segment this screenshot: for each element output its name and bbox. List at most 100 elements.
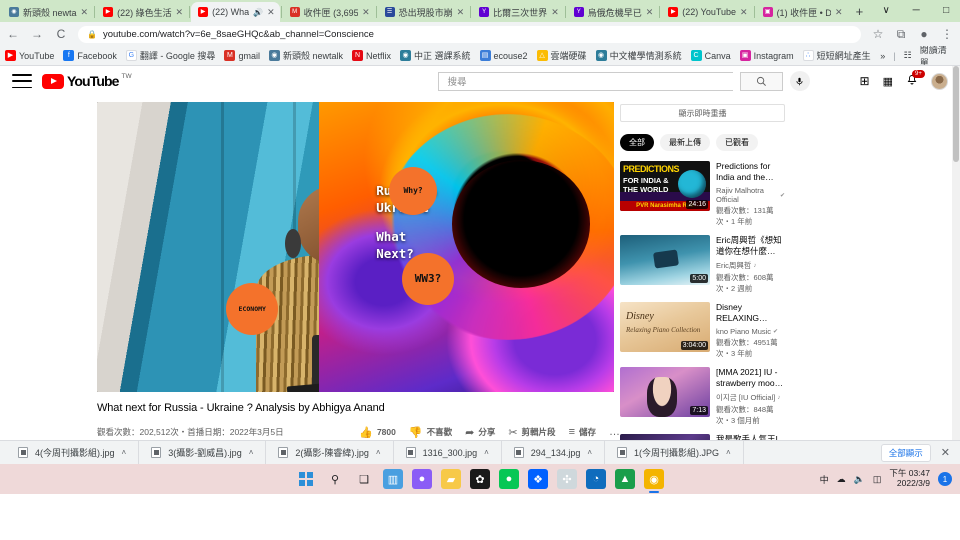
bookmarks-overflow-icon[interactable]: » <box>880 51 885 61</box>
tab-close-icon[interactable]: ✕ <box>362 7 370 18</box>
download-item[interactable]: 4(今周刊攝影組).jpg ˄ <box>6 440 140 465</box>
tab-audio-icon[interactable]: 🔊 <box>253 8 263 17</box>
address-bar[interactable]: 🔒 youtube.com/watch?v=6e_8saeGHQc&ab_cha… <box>78 25 861 43</box>
window-maximize-button[interactable]: □ <box>931 0 960 22</box>
window-list-button[interactable]: ∨ <box>871 0 901 22</box>
download-item[interactable]: 2(攝影-陳睿緯).jpg ˄ <box>266 440 394 465</box>
app-dark-icon[interactable]: ✿ <box>470 469 490 489</box>
ime-indicator[interactable]: 中 <box>820 473 829 486</box>
download-item[interactable]: 3(攝影-劉威昌).jpg ˄ <box>139 440 267 465</box>
recommended-video-item[interactable]: 5:00 Eric周興哲《想知道你在想什麼 What's on Your Mind… <box>620 235 785 294</box>
battery-icon[interactable]: ◫ <box>873 474 882 485</box>
line-icon[interactable]: ● <box>499 469 519 489</box>
bookmark-item[interactable]: ◉ 中文權學情測系統 <box>595 49 682 62</box>
reading-list-icon[interactable]: ☷ <box>904 50 912 61</box>
create-video-icon[interactable]: ⊞ <box>860 74 870 88</box>
youtube-logo[interactable]: YouTube TW <box>42 73 132 89</box>
recommended-video-item[interactable]: 7:13 [MMA 2021] IU - strawberry moon + Ce… <box>620 367 785 426</box>
bookmark-item[interactable]: ◉ 中正 選課系統 <box>400 49 471 62</box>
chat-icon[interactable]: ● <box>412 469 432 489</box>
voice-search-button[interactable] <box>789 71 810 91</box>
bookmark-item[interactable]: ▶ YouTube <box>5 50 54 61</box>
video-channel[interactable]: Rajiv Malhotra Official ✔ <box>716 186 785 204</box>
file-explorer-icon[interactable]: ▰ <box>441 469 461 489</box>
bookmark-item[interactable]: f Facebook <box>63 50 117 61</box>
chrome-icon[interactable]: ◉ <box>644 469 664 489</box>
video-thumbnail[interactable]: Disney Relaxing Piano Collection 3:04:00 <box>620 302 710 353</box>
window-minimize-button[interactable]: ─ <box>901 0 931 22</box>
new-tab-button[interactable]: + <box>848 2 872 22</box>
account-avatar[interactable] <box>931 72 948 90</box>
clip-button[interactable]: ✂ 剪輯片段 <box>508 426 555 439</box>
search-input[interactable]: 搜尋 <box>437 71 733 91</box>
bookmark-item[interactable]: ▣ Instagram <box>739 50 794 61</box>
video-channel[interactable]: Eric周興哲 ♪ <box>716 260 785 271</box>
video-thumbnail[interactable]: 55:03 <box>620 434 710 440</box>
download-item[interactable]: 1(今周刊攝影組).JPG ˄ <box>605 440 744 465</box>
save-button[interactable]: ≡ 儲存 <box>569 426 596 438</box>
profile-icon[interactable]: ● <box>917 28 931 40</box>
browser-tab[interactable]: ▶ (22) YouTube ✕ <box>661 2 752 22</box>
hamburger-menu-icon[interactable] <box>12 74 32 88</box>
video-channel[interactable]: 이지금 [IU Official] ♪ <box>716 392 785 403</box>
filter-chip[interactable]: 已觀看 <box>716 134 758 151</box>
tab-close-icon[interactable]: ✕ <box>81 7 89 18</box>
browser-tab[interactable]: ▣ (1) 收件匣 • D ✕ <box>756 2 848 22</box>
forward-icon[interactable]: → <box>30 28 44 40</box>
filter-chip[interactable]: 全部 <box>620 134 654 151</box>
bookmark-star-icon[interactable]: ☆ <box>871 28 885 40</box>
filter-chip[interactable]: 最新上傳 <box>660 134 710 151</box>
chat-replay-button[interactable]: 顯示即時重播 <box>620 104 785 122</box>
bookmark-item[interactable]: Mgmail <box>224 50 260 61</box>
browser-tab[interactable]: Y 比爾三次世界 ✕ <box>472 2 564 22</box>
recommended-video-item[interactable]: PREDICTIONS FOR INDIA & THE WORLD PVR Naras… <box>620 161 785 227</box>
dropbox-icon[interactable]: ❖ <box>528 469 548 489</box>
browser-tab[interactable]: ☰ 恐出現股市崩 ✕ <box>378 2 470 22</box>
dislike-button[interactable]: 👎 不喜歡 <box>409 426 452 439</box>
chevron-down-icon[interactable]: ˄ <box>376 448 381 457</box>
video-thumbnail[interactable]: 7:13 <box>620 367 710 418</box>
reading-list-label[interactable]: 閱讀清單 <box>920 46 955 65</box>
browser-tab[interactable]: ▶ (22) 綠色生活 ✕ <box>96 2 188 22</box>
search-icon[interactable]: ⚲ <box>325 469 345 489</box>
chevron-down-icon[interactable]: ˄ <box>122 448 127 457</box>
chevron-down-icon[interactable]: ˄ <box>726 448 731 457</box>
download-item[interactable]: 1316_300.jpg ˄ <box>394 440 502 465</box>
windows-start-icon[interactable] <box>296 469 316 489</box>
edge-icon[interactable]: ◔ <box>586 469 606 489</box>
tab-close-icon[interactable]: ✕ <box>267 7 275 18</box>
show-all-downloads-button[interactable]: 全部顯示 <box>880 443 931 462</box>
bookmark-item[interactable]: ◉ 新頭殼 newtalk <box>268 49 343 62</box>
notifications-button[interactable]: 9+ <box>906 69 925 89</box>
chevron-down-icon[interactable]: ˄ <box>484 448 489 457</box>
taskbar-clock[interactable]: 下午 03:47 2022/3/9 <box>889 468 930 489</box>
volume-icon[interactable]: 🔈 <box>854 474 865 485</box>
page-scrollbar[interactable] <box>952 66 960 440</box>
extensions-icon[interactable]: ⧉ <box>894 28 908 40</box>
back-icon[interactable]: ← <box>6 28 20 40</box>
task-view-icon[interactable]: ❑ <box>354 469 374 489</box>
reload-icon[interactable]: C <box>54 28 68 40</box>
bookmark-item[interactable]: G 翻譯 - Google 搜尋 <box>125 49 215 62</box>
tab-close-icon[interactable]: ✕ <box>457 7 465 18</box>
browser-menu-icon[interactable]: ⋮ <box>940 28 954 40</box>
bookmark-item[interactable]: C Canva <box>690 50 731 61</box>
tab-close-icon[interactable]: ✕ <box>740 7 748 18</box>
video-thumbnail[interactable]: 5:00 <box>620 235 710 286</box>
browser-tab[interactable]: Y 烏俄危機早已 ✕ <box>567 2 659 22</box>
video-channel[interactable]: kno Piano Music ✔ <box>716 327 785 336</box>
video-player[interactable]: Russia & Ukraine What Next? Why? WW3? EC… <box>97 102 614 392</box>
bookmark-item[interactable]: ∴短短網址產生器 <box>802 49 871 62</box>
browser-tab[interactable]: ▶ (22) Wha 🔊 ✕ <box>191 2 280 22</box>
browser-tab[interactable]: ◉ 新頭殼 newta ✕ <box>2 2 93 22</box>
app-light-icon[interactable]: ✣ <box>557 469 577 489</box>
widgets-icon[interactable]: ▥ <box>383 469 403 489</box>
tab-close-icon[interactable]: ✕ <box>176 7 184 18</box>
recommended-video-item[interactable]: 55:03 我是歌手人氣王I 徐佳瑩單曲串燒 I AM A SINGER 4【官方… <box>620 434 785 440</box>
close-shelf-icon[interactable]: ✕ <box>941 446 950 459</box>
youtube-apps-icon[interactable]: ▦ <box>883 75 893 88</box>
video-thumbnail[interactable]: PREDICTIONS FOR INDIA & THE WORLD PVR Naras… <box>620 161 710 211</box>
tab-close-icon[interactable]: ✕ <box>835 7 843 18</box>
tab-close-icon[interactable]: ✕ <box>551 7 559 18</box>
bookmark-item[interactable]: △ 雲端硬碟 <box>536 49 587 62</box>
